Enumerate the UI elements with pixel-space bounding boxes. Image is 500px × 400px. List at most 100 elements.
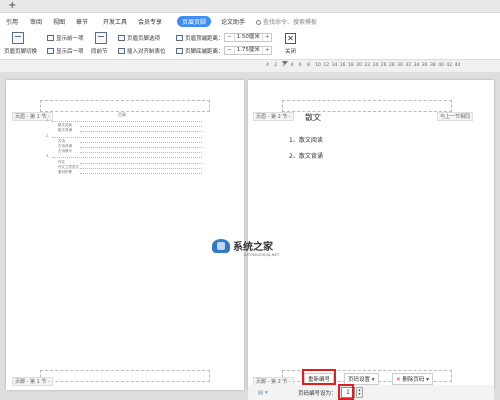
ruler-tick-label: 20 [356, 63, 362, 68]
toc-leader [80, 126, 202, 128]
same-as-prev-icon[interactable] [95, 32, 107, 44]
menu-header-footer[interactable]: 页眉页脚 [177, 16, 212, 27]
header-distance-value[interactable]: 1.50厘米 [233, 34, 263, 41]
header-footer-options-button[interactable]: 页眉页脚选项 [118, 34, 160, 42]
watermark-sub: XITONGZHIJIA.NET [244, 253, 280, 257]
header-distance-text: 页眉顶端距离： [185, 36, 224, 42]
ruler-tick-label: 36 [421, 63, 428, 68]
ruler-tick-label: 22 [364, 63, 371, 68]
toc-entry[interactable]: 2. [46, 134, 49, 138]
footer-distance-plus[interactable]: + [263, 47, 272, 54]
highlight-renumber [302, 369, 336, 385]
page2-header-area[interactable] [282, 100, 452, 112]
menu-review[interactable]: 审阅 [30, 17, 42, 26]
menu-view[interactable]: 视图 [53, 17, 65, 26]
toc-leader [80, 152, 202, 154]
show-prev-label: 显示前一项 [56, 36, 84, 42]
ruler-tick-label: 4 [290, 63, 294, 68]
ruler-tick-label: 42 [446, 63, 453, 68]
watermark: 系统之家 [212, 238, 273, 253]
site-logo-icon [212, 238, 230, 253]
toc-leader [80, 173, 202, 174]
ruler-tick-label: 24 [372, 63, 379, 68]
title-bar: + [0, 0, 500, 13]
footer-bottom-distance-label: 页脚底端距离： [176, 47, 224, 55]
ruler-tick-label: 26 [380, 63, 387, 68]
page1-footer-label: 页脚 - 第 1 节 - [12, 377, 53, 386]
ruler-tick-label: 6 [298, 63, 302, 68]
show-next-label: 显示后一项 [56, 49, 84, 55]
ruler-tick-label: 10 [315, 63, 321, 68]
search-icon [256, 20, 261, 25]
ruler-tick-label: 14 [331, 63, 338, 68]
show-next-button[interactable]: 显示后一项 [47, 47, 84, 55]
toc-entry[interactable]: 素材积累 [58, 170, 72, 175]
ruler-tick-label: 16 [339, 63, 346, 68]
ruler-tick-label: 34 [413, 63, 420, 68]
footer-distance-stepper[interactable]: − 1.75厘米 + [224, 46, 273, 55]
toc-entry[interactable]: 散文背诵 [58, 128, 72, 133]
align-tab-icon [118, 48, 125, 54]
menu-thesis-assistant[interactable]: 论文助手 [221, 17, 245, 26]
toc-leader [80, 131, 202, 133]
toc-leader [80, 167, 202, 169]
toggle-header-footer-button[interactable]: 页眉页脚切换 [4, 47, 37, 55]
align-tab-label: 插入对齐制表位 [127, 49, 166, 55]
toc-leader [80, 162, 202, 164]
show-prev-button[interactable]: 显示前一项 [47, 34, 84, 42]
toc-leader [80, 141, 202, 143]
toc-entry[interactable]: 古诗默写 [58, 149, 72, 154]
command-search[interactable]: 查找命令、搜索模板 [256, 17, 317, 26]
ruler-tick-label: 2 [282, 63, 286, 68]
ribbon-toolbar: 页眉页脚切换 显示前一项 显示后一项 同前节 页眉页脚选项 插入对齐制表位 页眉… [0, 29, 500, 60]
page-number-spinner[interactable]: ▴ ▾ [356, 387, 363, 398]
ruler-tick-label: 44 [454, 63, 461, 68]
delete-page-number-button[interactable]: ✕ 删除页码 ▾ [392, 373, 433, 385]
menu-member[interactable]: 会员专享 [138, 17, 162, 26]
ruler-tick-label: 12 [323, 63, 330, 68]
footer-distance-text: 页脚底端距离： [185, 49, 224, 55]
same-as-prev-button[interactable]: 同前节 [91, 47, 108, 55]
close-icon[interactable]: ✕ [285, 33, 296, 44]
footer-distance-value[interactable]: 1.75厘米 [233, 47, 263, 54]
ruler-tick-label: 2 [274, 63, 278, 68]
insert-align-tab-button[interactable]: 插入对齐制表位 [118, 47, 166, 55]
toc-entry[interactable]: 3. [46, 154, 49, 158]
ruler-tick-label: 28 [389, 63, 395, 68]
options-icon [118, 35, 125, 41]
highlight-page-number [338, 384, 354, 400]
header-distance-minus[interactable]: − [225, 34, 234, 41]
toc-leader [52, 157, 202, 159]
header-footer-toggle-icon[interactable] [12, 32, 24, 44]
menu-section[interactable]: 章节 [76, 17, 88, 26]
page1-footer-area[interactable] [40, 370, 210, 382]
menu-references[interactable]: 引用 [6, 17, 18, 26]
toc-leader [52, 121, 202, 122]
ruler-tick-label: 30 [397, 63, 403, 68]
toc-entry[interactable]: 1. [46, 118, 49, 122]
ruler-tick-label: 32 [405, 63, 412, 68]
header-distance-plus[interactable]: + [263, 34, 272, 41]
toc-leader [80, 147, 202, 148]
header-distance-icon [176, 35, 183, 41]
page1-header-area[interactable] [40, 100, 210, 112]
header-top-distance-label: 页眉顶端距离： [176, 34, 224, 42]
close-button[interactable]: 关闭 [285, 47, 296, 55]
footer-distance-minus[interactable]: − [225, 47, 234, 54]
menu-developer-tools[interactable]: 开发工具 [103, 17, 127, 26]
search-placeholder: 查找命令、搜索模板 [263, 19, 318, 26]
ruler-tick-label: 8 [307, 63, 310, 68]
toc-leader [52, 136, 202, 138]
options-label: 页眉页脚选项 [127, 36, 161, 42]
new-tab-button[interactable]: + [8, 0, 16, 12]
footer-distance-icon [176, 48, 183, 54]
menu-bar: 引用 审阅 视图 章节 开发工具 会员专享 页眉页脚 论文助手 查找命令、搜索模… [0, 13, 500, 29]
doc-list-item: 2、散文背诵 [289, 153, 323, 160]
horizontal-ruler[interactable]: 4 2 2 4 6 8 10 12 14 16 18 20 22 24 26 28 30 32 34 36 38 40 42… [0, 60, 500, 72]
doc-list-item: 1、散文阅读 [289, 137, 323, 144]
page-icon: ▤ ▾ [258, 390, 268, 396]
ruler-tick-label: 38 [430, 63, 436, 68]
page-2[interactable] [248, 80, 494, 390]
header-distance-stepper[interactable]: − 1.50厘米 + [224, 33, 273, 42]
page-number-bar [248, 385, 494, 400]
